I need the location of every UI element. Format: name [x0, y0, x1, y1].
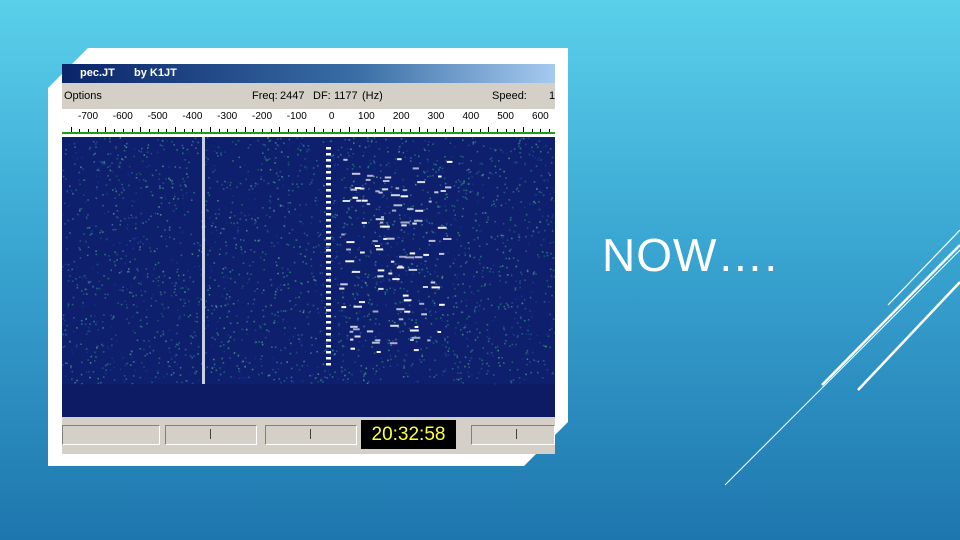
app-title: pec.JT	[80, 67, 115, 79]
ruler-tick	[549, 129, 551, 132]
ruler-tick	[479, 129, 481, 132]
ruler-tick	[418, 127, 420, 132]
menubar: Options Freq: 2447 DF: 1177 (Hz) Speed: …	[62, 83, 555, 120]
ruler-tick	[88, 129, 89, 132]
freq-label: Freq:	[252, 90, 278, 102]
ruler-tick	[305, 129, 307, 132]
ruler-tick	[218, 129, 220, 132]
speed-value: 1	[549, 90, 555, 102]
ruler-tick	[192, 129, 194, 132]
ruler-label: -700	[77, 111, 99, 122]
ruler-tick	[357, 129, 359, 132]
ruler-label: -600	[112, 111, 133, 122]
ruler-green-bar	[62, 132, 555, 134]
ruler-label: 600	[532, 111, 549, 122]
ruler-tick	[375, 129, 377, 132]
waterfall-spectrogram[interactable]	[62, 137, 555, 417]
ruler-tick	[70, 127, 72, 132]
ruler-tick	[401, 129, 403, 132]
slide-title: NOW….	[602, 229, 779, 281]
ruler-tick	[340, 129, 342, 132]
author-label: by K1JT	[134, 67, 177, 79]
utc-clock: 20:32:58	[361, 420, 456, 449]
status-panel-2	[165, 425, 257, 445]
ruler-tick	[279, 127, 281, 132]
ruler-tick	[209, 127, 211, 132]
ruler-tick	[175, 127, 176, 132]
df-value: 1177	[334, 90, 358, 102]
ruler-tick	[505, 129, 507, 132]
ruler-tick	[462, 129, 464, 132]
ruler-tick	[540, 129, 542, 132]
ruler-label: -200	[251, 111, 273, 122]
ruler-tick	[331, 129, 333, 132]
ruler-tick	[79, 129, 81, 132]
ruler-label: -500	[147, 111, 168, 122]
ruler-tick	[148, 129, 150, 132]
ruler-tick	[409, 129, 411, 132]
ruler-tick	[96, 129, 98, 132]
status-panel-1	[62, 425, 160, 445]
ruler-tick	[235, 129, 237, 132]
ruler-tick	[262, 129, 263, 132]
ruler-tick	[453, 127, 455, 132]
ruler-tick	[496, 129, 498, 132]
ruler-tick	[270, 129, 272, 132]
ruler-tick	[322, 129, 324, 132]
ruler-tick	[531, 129, 533, 132]
window-titlebar[interactable]: pec.JT by K1JT	[62, 64, 555, 83]
ruler-label: 400	[462, 111, 480, 122]
ruler-tick	[166, 129, 168, 132]
ruler-tick	[523, 127, 524, 132]
ruler-tick	[244, 127, 246, 132]
ruler-tick	[288, 129, 290, 132]
ruler-label: -300	[217, 111, 238, 122]
ruler-tick	[183, 129, 185, 132]
ruler-label: 300	[427, 111, 445, 122]
speed-label: Speed:	[492, 90, 527, 102]
ruler-tick	[436, 129, 437, 132]
ruler-label: -100	[286, 111, 307, 122]
ruler-label: 500	[497, 111, 514, 122]
ruler-tick	[296, 129, 298, 132]
ruler-tick	[392, 129, 394, 132]
ruler-tick	[131, 129, 133, 132]
ruler-label: 200	[392, 111, 410, 122]
ruler-tick	[488, 127, 490, 132]
ruler-tick	[253, 129, 255, 132]
ruler-label: 100	[358, 111, 375, 122]
ruler-tick	[140, 127, 142, 132]
menu-options[interactable]: Options	[64, 83, 102, 109]
freq-value: 2447	[280, 90, 305, 102]
ruler-tick	[383, 127, 385, 132]
ruler-tick	[157, 129, 159, 132]
ruler-tick	[314, 127, 316, 132]
ruler-tick	[366, 129, 368, 132]
ruler-tick	[105, 127, 107, 132]
status-panel-3	[265, 425, 357, 445]
ruler-tick	[227, 129, 229, 132]
df-label: DF:	[313, 90, 331, 102]
status-panel-4	[471, 425, 555, 445]
frequency-ruler: -700 -600 -500 -400 -300 -200 -100 0 100 200 300 40…	[62, 109, 555, 137]
ruler-tick	[349, 127, 350, 132]
ruler-tick	[444, 129, 446, 132]
ruler-tick	[114, 129, 116, 132]
ruler-tick	[122, 129, 124, 132]
status-bar: 20:32:58	[62, 417, 555, 454]
ruler-tick	[201, 129, 203, 132]
df-unit: (Hz)	[362, 90, 383, 102]
ruler-label: 0	[328, 111, 335, 122]
ruler-tick	[427, 129, 429, 132]
ruler-tick	[470, 129, 472, 132]
specjt-window: pec.JT by K1JT Options Freq: 2447 DF: 11…	[62, 64, 555, 454]
ruler-tick	[514, 129, 516, 132]
ruler-label: -400	[182, 111, 203, 122]
